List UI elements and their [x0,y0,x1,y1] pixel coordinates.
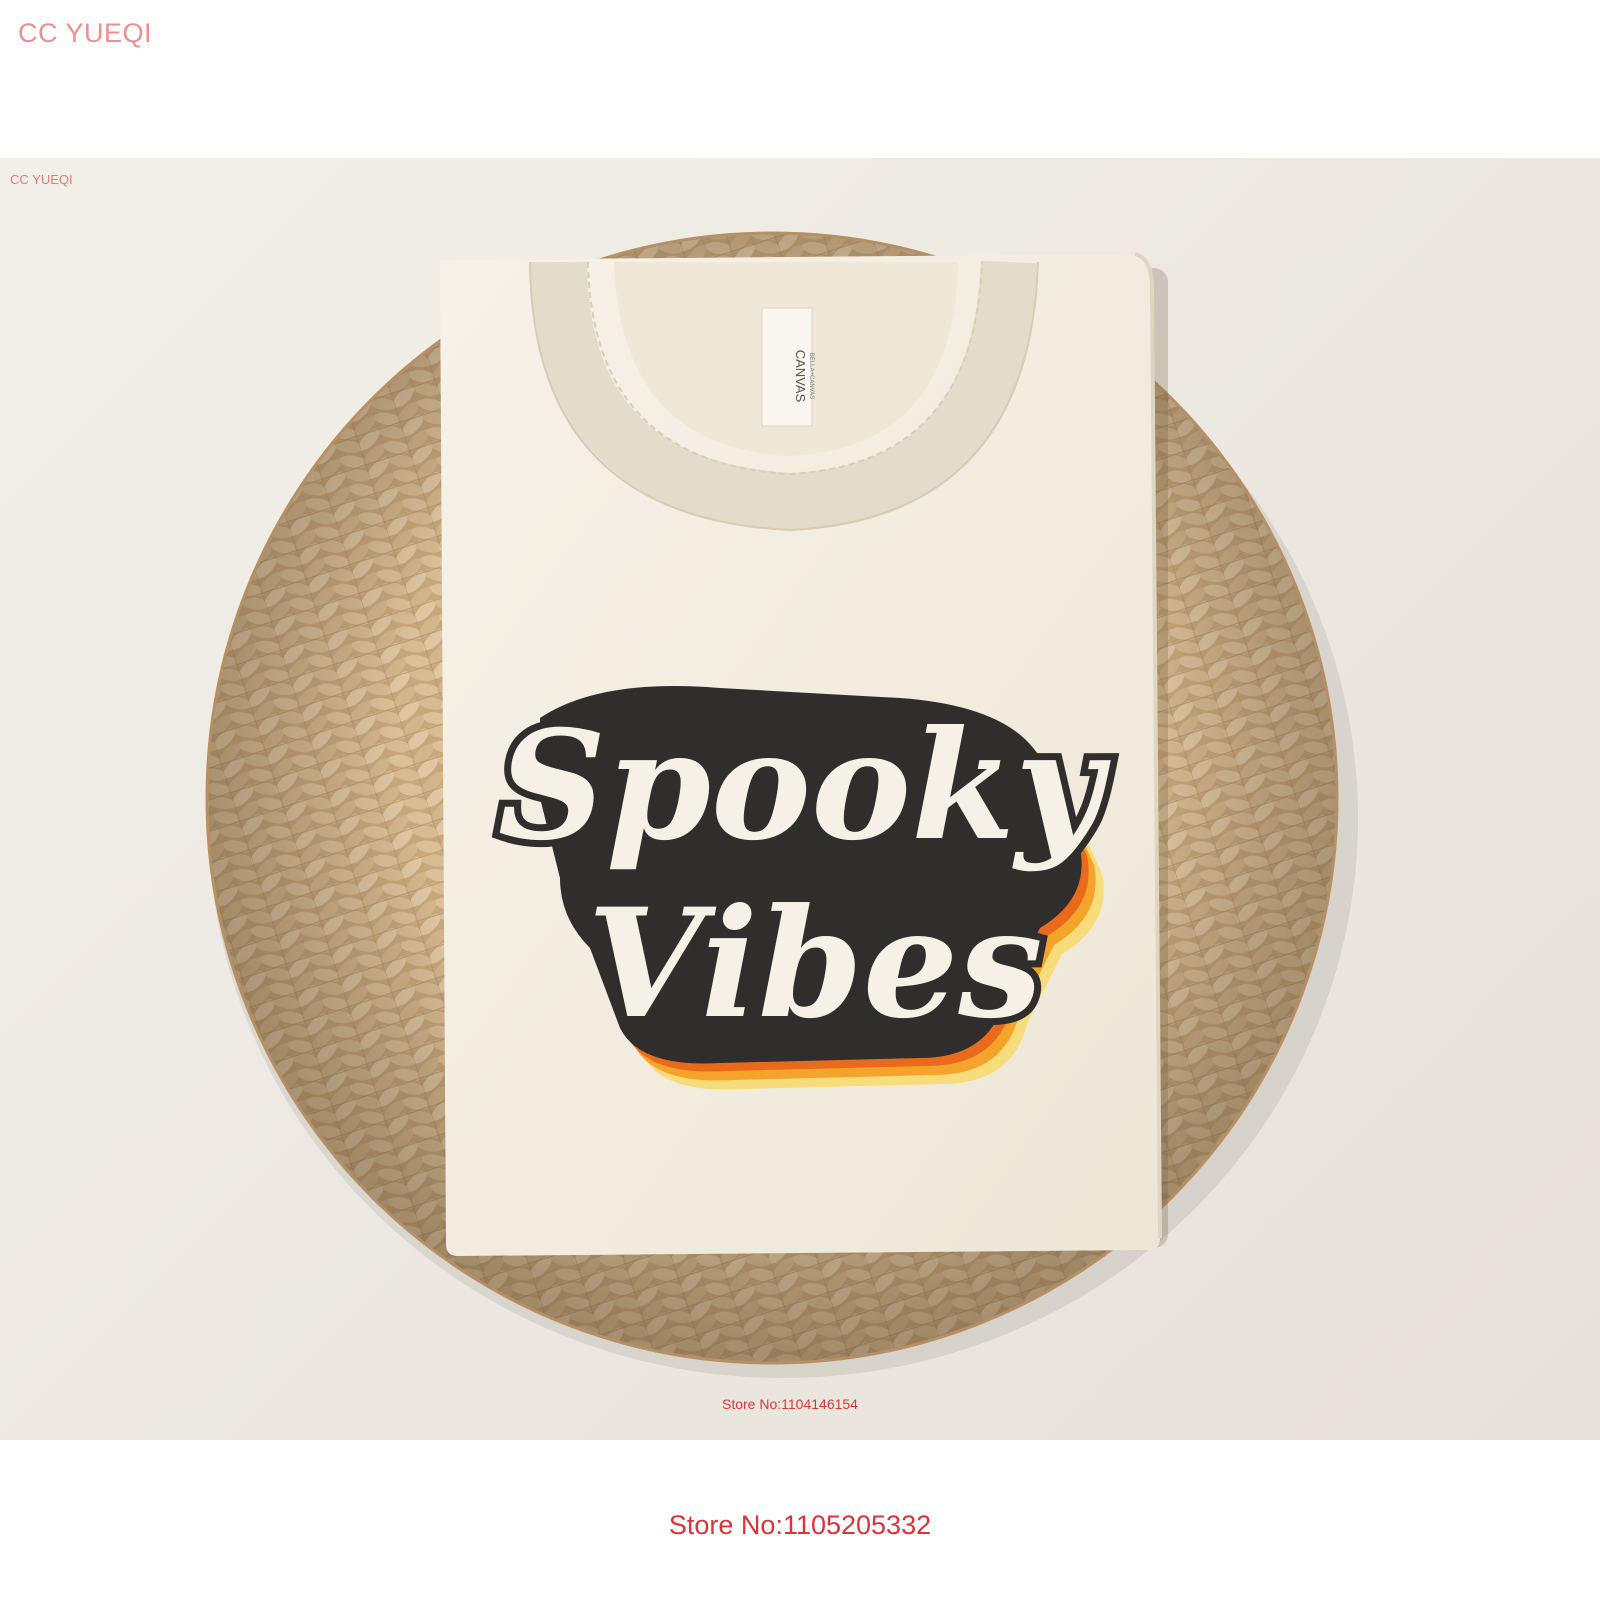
product-photo: CANVAS BELLA+CANVAS Spooky Vibes CC YUEQ… [0,158,1600,1440]
photo-artwork: CANVAS BELLA+CANVAS Spooky Vibes [205,231,1358,1378]
store-number-inner: Store No:1104146154 [722,1396,858,1412]
print-line-1: Spooky [498,698,1111,874]
product-image: CC YUEQI CANVAS BELLA+CANVAS Spooky Vibe… [0,0,1600,1600]
store-number-bottom: Store No:1105205332 [668,1510,932,1540]
print-line-2: Vibes [587,876,1043,1052]
tag-brand: CANVAS [793,350,808,403]
tag-sub: BELLA+CANVAS [808,353,814,399]
watermark-top: CC YUEQI [18,18,153,48]
photo-watermark: CC YUEQI [10,172,73,187]
